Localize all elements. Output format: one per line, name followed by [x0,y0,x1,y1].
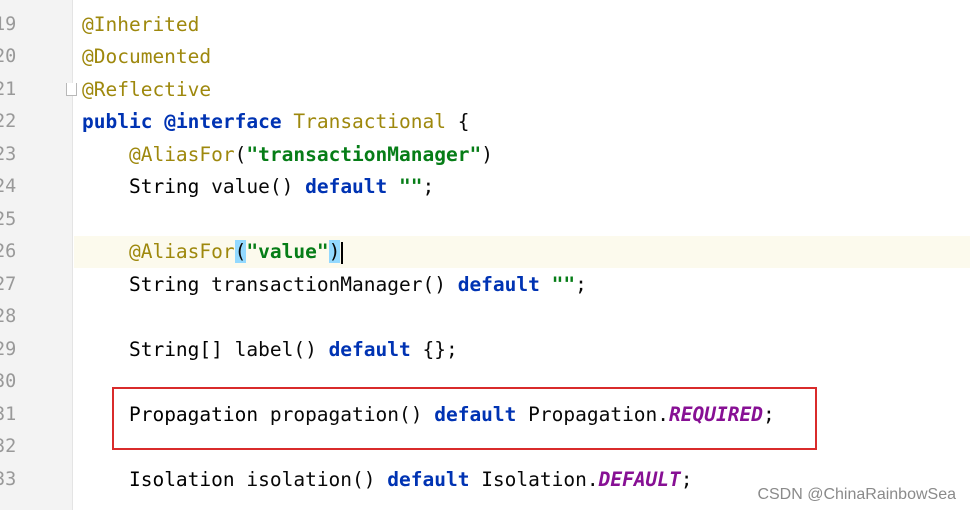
code-line-29: String[] label() default {}; [82,334,458,366]
semicolon-token: ; [680,468,693,491]
line-number: 22 [0,111,17,132]
keyword-token: default [328,338,411,361]
code-line-22: public @interface Transactional { [82,106,469,138]
annotation-token: @Inherited [82,13,200,36]
keyword-token: public [82,110,153,133]
code-line-27: String transactionManager() default ""; [82,269,587,301]
keyword-token: @interface [164,110,282,133]
line-number: 23 [0,144,17,165]
line-number: 26 [0,241,17,262]
text-cursor [341,241,344,264]
keyword-token: default [457,273,540,296]
code-line-21: @Reflective [82,74,211,106]
annotation-token: @Reflective [82,78,212,101]
line-number: 20 [0,46,17,67]
line-number: 32 [0,436,17,457]
semicolon-token: ; [422,175,435,198]
enum-constant-token: DEFAULT [598,468,681,491]
annotation-token: @AliasFor [128,240,235,263]
type-token: Isolation [128,468,235,491]
paren-token: ) [481,143,493,166]
line-number: 27 [0,274,17,295]
highlight-box [112,387,817,450]
code-line-24: String value() default ""; [82,171,434,203]
interface-name-token: Transactional [293,110,446,133]
type-token: String [128,175,200,198]
code-line-33: Isolation isolation() default Isolation.… [82,464,693,496]
line-number: 19 [0,14,17,35]
method-token: isolation() [234,468,388,491]
annotation-token: @AliasFor [128,143,235,166]
method-token: transactionManager() [199,273,458,296]
line-number-gutter: 19 20 21 22 23 24 25 26 27 28 29 30 31 3… [0,0,73,510]
watermark: CSDN @ChinaRainbowSea [757,486,956,503]
type-token: String [128,273,200,296]
line-number: 30 [0,371,17,392]
qualifier-token: Isolation. [469,468,599,491]
annotation-token: @Documented [82,45,212,68]
line-number: 21 [0,79,17,100]
matched-paren-token: ) [328,240,341,263]
code-line-26[interactable]: @AliasFor("value") [82,236,344,268]
line-number: 33 [0,469,17,490]
string-token: "value" [246,240,329,263]
code-line-20: @Documented [82,41,211,73]
string-token: "" [539,273,576,296]
type-token: String[] [128,338,223,361]
method-token: value() [199,175,306,198]
code-editor[interactable]: 19 20 21 22 23 24 25 26 27 28 29 30 31 3… [0,0,970,510]
keyword-token: default [387,468,470,491]
line-number: 29 [0,339,17,360]
line-number: 28 [0,306,17,327]
string-token: "transactionManager" [246,143,482,166]
line-number: 24 [0,176,17,197]
brace-token: { [445,110,470,133]
paren-token: ( [234,143,247,166]
brace-token: {}; [410,338,458,361]
line-number: 25 [0,209,17,230]
line-number: 31 [0,404,17,425]
matched-paren-token: ( [234,240,247,263]
string-token: "" [387,175,423,198]
keyword-token: default [305,175,388,198]
code-line-23: @AliasFor("transactionManager") [82,139,493,171]
method-token: label() [222,338,329,361]
semicolon-token: ; [575,273,587,296]
code-line-19: @Inherited [82,9,199,41]
